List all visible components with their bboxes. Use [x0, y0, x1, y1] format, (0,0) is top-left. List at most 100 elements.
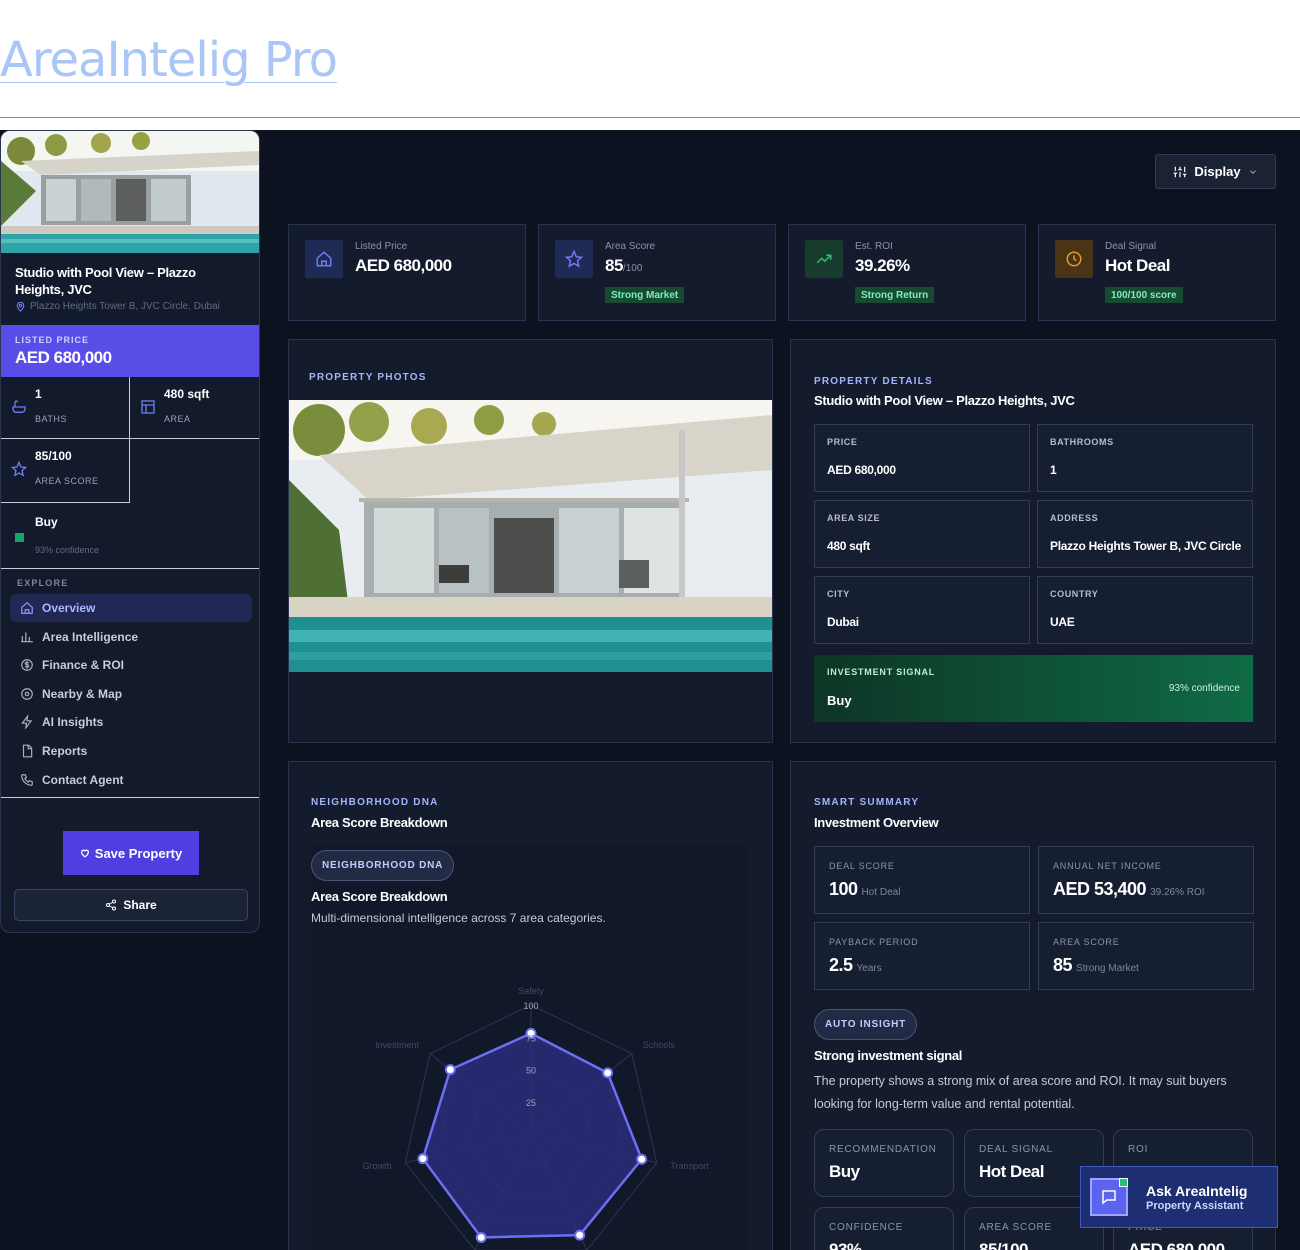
nav-label: Nearby & Map	[42, 687, 123, 701]
detail-address: ADDRESS Plazzo Heights Tower B, JVC Circl…	[1037, 500, 1253, 568]
radar-point	[475, 1231, 487, 1243]
section-eyebrow: NEIGHBORHOOD DNA	[311, 797, 439, 808]
section-title: Area Score Breakdown	[311, 815, 448, 830]
home-icon	[21, 601, 33, 614]
signal-label: INVESTMENT SIGNAL	[827, 667, 936, 677]
assistant-title: Ask AreaIntelig	[1146, 1183, 1248, 1199]
radar-point	[417, 1153, 429, 1165]
stat-card-deal-signal: Deal Signal Hot Deal 100/100 score	[1038, 224, 1276, 321]
heart-icon	[80, 849, 89, 858]
detail-price: PRICE AED 680,000	[814, 424, 1030, 492]
property-details-panel: PROPERTY DETAILS Studio with Pool View –…	[790, 339, 1276, 743]
share-label: Share	[123, 898, 157, 912]
signal-indicator	[15, 533, 24, 542]
map-pin-icon	[21, 688, 33, 700]
map-pin-icon	[16, 301, 25, 312]
radar-series-area	[421, 1031, 644, 1239]
radar-chart: 100 75 50 25 Safety Schools Transport Growth Inv…	[363, 986, 709, 1250]
chart-subtitle: Multi-dimensional intelligence across 7 …	[311, 911, 606, 925]
assistant-subtitle: Property Assistant	[1146, 1200, 1244, 1212]
property-photo[interactable]	[289, 400, 772, 672]
chart-card: NEIGHBORHOOD DNA Area Score Breakdown Mu…	[311, 846, 749, 1250]
document-icon	[22, 744, 33, 758]
nav-ai-insights[interactable]: AI Insights	[10, 708, 252, 736]
share-icon	[106, 899, 117, 911]
nav-area-intelligence[interactable]: Area Intelligence	[10, 623, 252, 651]
summary-annual-net-income: ANNUAL NET INCOME AED 53,400 39.26% ROI	[1038, 846, 1254, 914]
metric-recommendation: RECOMMENDATION Buy	[814, 1129, 954, 1197]
stat-value: 85/100	[605, 256, 643, 275]
area-icon	[141, 400, 155, 414]
property-thumbnail[interactable]	[1, 131, 259, 253]
signal-confidence: 93% confidence	[35, 545, 100, 555]
radar-category-label: Schools	[643, 1040, 676, 1050]
signal-value: Buy	[35, 515, 58, 529]
address-text: Plazzo Heights Tower B, JVC Circle, Duba…	[30, 301, 220, 312]
stat-label: Area Score	[605, 241, 656, 252]
area-label: AREA	[164, 414, 191, 424]
display-button[interactable]: Display	[1155, 154, 1276, 189]
auto-insight-pill: AUTO INSIGHT	[814, 1009, 918, 1040]
area-score-label: AREA SCORE	[35, 476, 99, 486]
insight-title: Strong investment signal	[814, 1048, 963, 1063]
section-eyebrow: PROPERTY DETAILS	[814, 376, 933, 387]
stat-card-est-roi: Est. ROI 39.26% Strong Return	[788, 224, 1026, 321]
stat-value: 39.26%	[855, 256, 910, 275]
area-cell: 480 sqft AREA	[130, 377, 259, 439]
stat-value: AED 680,000	[355, 256, 452, 275]
share-button[interactable]: Share	[14, 889, 248, 921]
nav-nearby-map[interactable]: Nearby & Map	[10, 680, 252, 708]
radar-point	[574, 1229, 586, 1241]
home-icon	[305, 240, 343, 278]
trending-up-icon	[805, 240, 843, 278]
phone-icon	[21, 774, 33, 786]
section-title: Investment Overview	[814, 815, 939, 830]
stat-label: Est. ROI	[855, 241, 893, 252]
sidebar-divider	[1, 797, 259, 798]
nav-label: Reports	[42, 744, 88, 758]
assistant-launcher[interactable]: Ask AreaIntelig Property Assistant	[1080, 1166, 1278, 1228]
nav-label: Finance & ROI	[42, 658, 125, 672]
radar-point	[636, 1153, 648, 1165]
nav-overview[interactable]: Overview	[10, 594, 252, 622]
baths-cell: 1 BATHS	[1, 377, 130, 439]
radar-tick-label: 75	[526, 1033, 536, 1043]
status-badge: Strong Market	[605, 287, 685, 303]
neighborhood-pill: NEIGHBORHOOD DNA	[311, 850, 455, 881]
brand-link[interactable]: AreaIntelig Pro	[0, 32, 338, 88]
section-eyebrow: SMART SUMMARY	[814, 797, 920, 808]
metric-confidence: CONFIDENCE 93%	[814, 1207, 954, 1250]
online-indicator	[1119, 1178, 1128, 1187]
section-title: Studio with Pool View – Plazzo Heights, …	[814, 393, 1075, 408]
radar-category-label: Transport	[670, 1161, 709, 1171]
detail-area-size: AREA SIZE 480 sqft	[814, 500, 1030, 568]
area-score-value: 85/100	[35, 449, 72, 463]
radar-tick-label: 100	[523, 1001, 538, 1011]
chevron-down-icon	[1249, 169, 1256, 174]
lightning-icon	[21, 715, 33, 729]
summary-area-score: AREA SCORE 85 Strong Market	[1038, 922, 1254, 990]
stat-label: Deal Signal	[1105, 241, 1157, 252]
detail-country: COUNTRY UAE	[1037, 576, 1253, 644]
listed-price-value: AED 680,000	[15, 348, 112, 367]
area-score-cell: 85/100 AREA SCORE	[1, 439, 130, 503]
nav-reports[interactable]: Reports	[10, 737, 252, 765]
radar-category-label: Safety	[518, 986, 544, 996]
nav-contact-agent[interactable]: Contact Agent	[10, 766, 252, 794]
chart-title: Area Score Breakdown	[311, 889, 448, 904]
summary-deal-score: DEAL SCORE 100 Hot Deal	[814, 846, 1030, 914]
app-shell: Studio with Pool View – Plazzo Heights, …	[0, 130, 1300, 1250]
radar-point	[444, 1064, 456, 1076]
neighborhood-panel: NEIGHBORHOOD DNA Area Score Breakdown NE…	[288, 761, 773, 1250]
chat-icon	[1090, 1178, 1128, 1216]
status-badge: Strong Return	[855, 287, 935, 303]
baths-label: BATHS	[35, 414, 67, 424]
star-icon	[11, 461, 27, 477]
clock-icon	[1055, 240, 1093, 278]
section-eyebrow: PROPERTY PHOTOS	[309, 372, 427, 383]
nav-finance-roi[interactable]: Finance & ROI	[10, 651, 252, 679]
sidebar: Studio with Pool View – Plazzo Heights, …	[0, 130, 260, 933]
detail-bathrooms: BATHROOMS 1	[1037, 424, 1253, 492]
save-property-button[interactable]: Save Property	[63, 831, 199, 875]
explore-heading: EXPLORE	[17, 578, 69, 588]
